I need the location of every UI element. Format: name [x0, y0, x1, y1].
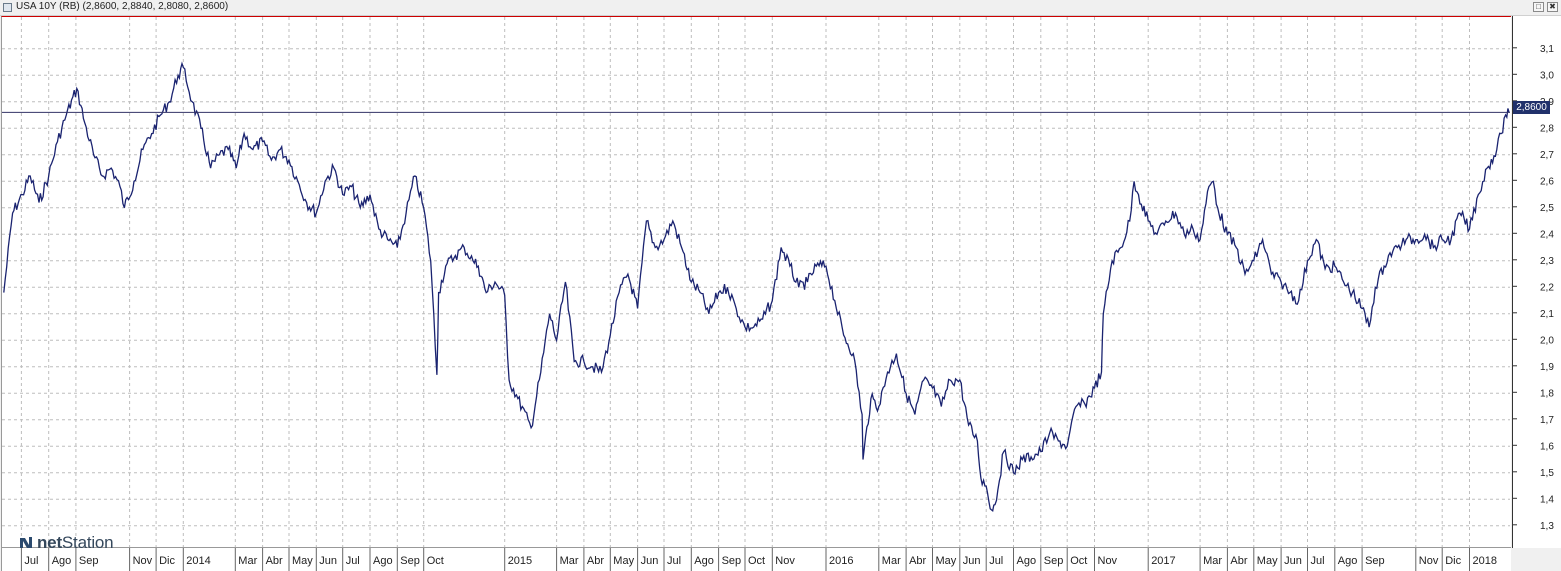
x-tick-label: Nov	[133, 555, 153, 567]
x-tick-label: Dic	[159, 555, 175, 567]
x-tick-label: 2016	[829, 555, 853, 567]
y-tick-label: 1,7	[1540, 415, 1554, 426]
y-axis[interactable]: 1,3 1,4 1,5 1,6 1,7 1,8 1,9 2,0 2,1 2,2 2,3 2,4 2,5 2…	[1512, 16, 1561, 548]
y-tick-label: 1,8	[1540, 388, 1554, 399]
x-tick-label: Mar	[560, 555, 579, 567]
y-tick-label: 2,3	[1540, 256, 1554, 267]
x-tick-label: Mar	[238, 555, 257, 567]
x-tick-label: Oct	[427, 555, 444, 567]
x-tick-label: Abr	[1230, 555, 1247, 567]
chart-window: USA 10Y (RB) (2,8600, 2,8840, 2,8080, 2,…	[0, 0, 1561, 571]
x-tick-label: Mar	[1203, 555, 1222, 567]
x-tick-label: May	[613, 555, 634, 567]
x-tick-label: Ago	[1338, 555, 1358, 567]
x-axis-ticks: Jul Ago Sep Nov Dic 2014 Mar Abr May Jun Jul Ago Sep…	[20, 548, 1497, 571]
x-tick-label: Abr	[266, 555, 283, 567]
price-chart	[2, 17, 1510, 547]
x-tick-label: Ago	[52, 555, 72, 567]
x-tick-label: Sep	[1365, 555, 1385, 567]
x-tick-label: Jun	[1284, 555, 1302, 567]
x-tick-label: May	[292, 555, 313, 567]
x-tick-label: Sep	[722, 555, 742, 567]
x-tick-label: Jun	[963, 555, 981, 567]
x-tick-label: Jun	[319, 555, 337, 567]
x-tick-label: Ago	[373, 555, 393, 567]
y-tick-label: 2,0	[1540, 335, 1554, 346]
y-tick-label: 2,5	[1540, 203, 1554, 214]
x-tick-label: 2014	[186, 555, 210, 567]
y-axis-ticks: 1,3 1,4 1,5 1,6 1,7 1,8 1,9 2,0 2,1 2,2 2,3 2,4 2,5 2…	[1513, 44, 1554, 532]
x-tick-label: 2017	[1151, 555, 1175, 567]
close-button[interactable]: ✖	[1547, 2, 1558, 12]
y-tick-label: 1,5	[1540, 468, 1554, 479]
series-line	[3, 61, 1510, 512]
x-tick-label: Nov	[1419, 555, 1439, 567]
x-tick-label: Jul	[24, 555, 38, 567]
x-axis[interactable]: Jul Ago Sep Nov Dic 2014 Mar Abr May Jun Jul Ago Sep…	[1, 548, 1511, 571]
x-tick-label: Jun	[641, 555, 659, 567]
restore-button[interactable]: □	[1533, 2, 1544, 12]
x-tick-label: Sep	[400, 555, 420, 567]
x-tick-label: Jul	[989, 555, 1003, 567]
x-tick-label: Abr	[587, 555, 604, 567]
y-tick-label: 1,3	[1540, 521, 1554, 532]
x-tick-label: Sep	[1044, 555, 1064, 567]
x-tick-label: Sep	[79, 555, 99, 567]
y-tick-label: 1,4	[1540, 494, 1554, 505]
y-tick-label: 2,7	[1540, 150, 1554, 161]
chart-window-icon	[3, 3, 12, 12]
plot-area[interactable]: netStation	[1, 16, 1511, 552]
x-tick-label: Jul	[1311, 555, 1325, 567]
x-tick-label: May	[936, 555, 957, 567]
x-tick-label: Oct	[1070, 555, 1087, 567]
x-tick-label: Oct	[748, 555, 765, 567]
y-tick-label: 2,8	[1540, 123, 1554, 134]
y-tick-label: 3,1	[1540, 44, 1554, 55]
x-tick-label: May	[1257, 555, 1278, 567]
window-titlebar[interactable]: USA 10Y (RB) (2,8600, 2,8840, 2,8080, 2,…	[0, 0, 1561, 16]
x-tick-label: Ago	[1017, 555, 1037, 567]
x-tick-label: Dic	[1445, 555, 1461, 567]
x-tick-label: 2015	[508, 555, 532, 567]
last-value-badge: 2,8600	[1513, 101, 1550, 114]
x-tick-label: Jul	[346, 555, 360, 567]
x-tick-label: Mar	[882, 555, 901, 567]
y-tick-label: 2,1	[1540, 309, 1554, 320]
x-tick-label: Jul	[667, 555, 681, 567]
y-tick-label: 2,4	[1540, 229, 1554, 240]
y-tick-label: 1,6	[1540, 441, 1554, 452]
window-title: USA 10Y (RB) (2,8600, 2,8840, 2,8080, 2,…	[16, 1, 229, 12]
x-tick-label: Nov	[775, 555, 795, 567]
x-tick-label: Ago	[694, 555, 714, 567]
y-tick-label: 1,9	[1540, 362, 1554, 373]
y-tick-label: 2,2	[1540, 282, 1554, 293]
y-tick-label: 2,6	[1540, 176, 1554, 187]
x-tick-label: Nov	[1098, 555, 1118, 567]
y-tick-label: 3,0	[1540, 70, 1554, 81]
x-tick-label: 2018	[1473, 555, 1497, 567]
x-tick-label: Abr	[909, 555, 926, 567]
